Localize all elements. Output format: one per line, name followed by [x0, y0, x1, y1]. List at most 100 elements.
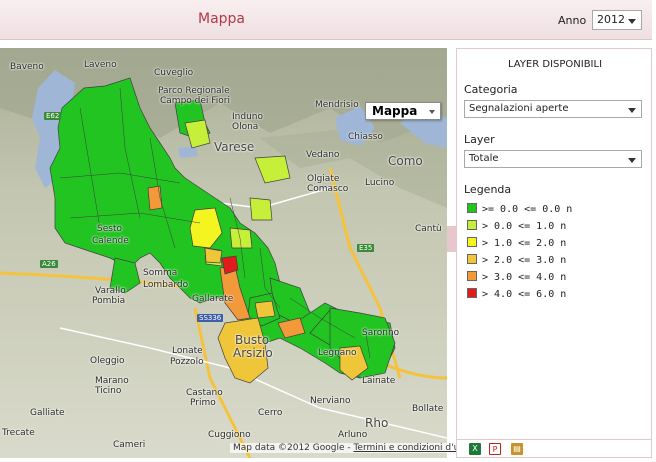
category-label: Categoria	[464, 83, 518, 96]
map-place-label: Legnano	[318, 348, 357, 358]
map-place-label: Pombia	[92, 296, 126, 306]
legend-item: > 3.0 <= 4.0 n	[467, 271, 566, 285]
map-place-label: Vedano	[306, 150, 340, 160]
region-yellow-green	[249, 197, 273, 221]
legend-swatch	[467, 288, 477, 298]
map-place-label: Rho	[365, 416, 389, 430]
map-type-selector[interactable]: Mappa	[365, 102, 441, 120]
year-value: 2012	[597, 13, 625, 26]
excel-icon[interactable]: X	[469, 443, 481, 455]
map-view[interactable]: Baveno Laveno Cuveglio Parco Regionale C…	[0, 48, 447, 458]
legend-label: Legenda	[464, 183, 512, 196]
legend-item-label: > 3.0 <= 4.0 n	[482, 272, 567, 283]
map-place-label: Sesto	[97, 224, 122, 234]
legend-item: >= 0.0 <= 0.0 n	[467, 203, 572, 217]
map-place-label: Saronno	[362, 328, 400, 338]
terms-link[interactable]: Termini e condizioni d'uso	[353, 443, 469, 453]
map-attribution: Map data ©2012 Google - Termini e condiz…	[230, 443, 473, 453]
chevron-down-icon	[429, 110, 435, 114]
region-amber	[254, 300, 276, 319]
map-place-label: Cantù	[415, 224, 442, 234]
chevron-down-icon	[628, 108, 636, 113]
map-place-label: Marano	[95, 376, 129, 386]
map-place-label: Cerro	[258, 408, 283, 418]
legend-item: > 1.0 <= 2.0 n	[467, 237, 566, 251]
map-place-label: Lombardo	[143, 280, 189, 290]
map-place-label: Galliate	[30, 408, 65, 418]
map-place-label: Laveno	[84, 60, 117, 70]
map-place-label: Somma	[143, 268, 178, 278]
chevron-down-icon	[628, 158, 636, 163]
map-place-label: Como	[388, 154, 423, 168]
map-place-label: Lonate	[172, 346, 203, 356]
map-place-label: Primo	[190, 398, 216, 408]
category-value: Segnalazioni aperte	[469, 103, 569, 114]
road-shield: A26	[40, 260, 58, 268]
legend-swatch	[467, 220, 477, 230]
map-place-label: Campo dei Fiori	[160, 96, 230, 106]
layer-label: Layer	[464, 133, 495, 146]
map-place-label: Parco Regionale	[158, 86, 230, 96]
category-select[interactable]: Segnalazioni aperte	[464, 100, 642, 118]
map-place-label: Nerviano	[310, 396, 351, 406]
map-place-label: Comasco	[307, 184, 349, 194]
legend-item: > 0.0 <= 1.0 n	[467, 220, 566, 234]
map-place-label: Pozzolo	[170, 357, 204, 367]
legend-item-label: > 0.0 <= 1.0 n	[482, 221, 567, 232]
map-place-label: Induno	[232, 112, 263, 122]
map-place-label: Busto	[235, 333, 270, 347]
map-place-label: Lucino	[365, 178, 395, 188]
map-type-label: Mappa	[372, 104, 418, 118]
map-place-label: Cuveglio	[154, 68, 194, 78]
map-place-label: Mendrisio	[315, 100, 359, 110]
map-place-label: Baveno	[10, 62, 44, 72]
lake-varese	[178, 146, 198, 158]
map-place-label: Lainate	[362, 376, 396, 386]
legend-swatch	[467, 271, 477, 281]
panel-title: LAYER DISPONIBILI	[507, 59, 603, 70]
chevron-down-icon	[628, 19, 636, 24]
page-title: Mappa	[198, 11, 246, 27]
panel-toggle-handle[interactable]	[447, 226, 456, 252]
road-shield: E35	[357, 244, 375, 252]
map-place-label: Trecate	[2, 428, 35, 438]
layer-value: Totale	[469, 153, 499, 164]
map-place-label: Calende	[92, 236, 129, 246]
map-place-label: Bollate	[412, 404, 444, 414]
header-bar: Mappa Anno 2012	[0, 0, 652, 40]
year-select[interactable]: 2012	[592, 10, 642, 30]
legend-item-label: > 1.0 <= 2.0 n	[482, 238, 567, 249]
map-place-label: Arluno	[338, 430, 368, 440]
map-place-label: Arsizio	[233, 346, 273, 360]
map-place-label: Castano	[186, 388, 223, 398]
map-place-label: Cameri	[113, 440, 146, 450]
pdf-icon[interactable]: P	[489, 443, 501, 455]
map-place-label: Cuggiono	[208, 430, 251, 440]
panel-divider	[457, 439, 651, 440]
layer-select[interactable]: Totale	[464, 150, 642, 168]
road-shield: SS336	[197, 314, 224, 322]
map-place-label: Oleggio	[90, 356, 125, 366]
app-root: Mappa Anno 2012 Baveno Laveno Cuveglio P…	[0, 0, 656, 462]
map-place-label: Gallarate	[192, 294, 234, 304]
layer-panel: LAYER DISPONIBILI Categoria Segnalazioni…	[456, 48, 652, 458]
year-label: Anno	[558, 14, 587, 27]
legend-item: > 2.0 <= 3.0 n	[467, 254, 566, 268]
map-place-label: Olona	[232, 122, 259, 132]
legend-swatch	[467, 237, 477, 247]
map-place-label: Ticino	[95, 386, 122, 396]
legend-item-label: >= 0.0 <= 0.0 n	[482, 204, 573, 215]
legend-swatch	[467, 254, 477, 264]
map-place-label: Chiasso	[348, 132, 383, 142]
map-place-label: Varallo	[95, 286, 126, 296]
legend-item: > 4.0 <= 6.0 n	[467, 288, 566, 302]
road-shield: E62	[44, 112, 62, 120]
map-place-label: Olgiate	[307, 174, 340, 184]
legend-item-label: > 4.0 <= 6.0 n	[482, 289, 567, 300]
legend-item-label: > 2.0 <= 3.0 n	[482, 255, 567, 266]
attribution-text: Map data ©2012 Google -	[233, 443, 354, 453]
legend-swatch	[467, 203, 477, 213]
map-place-label: Varese	[214, 140, 255, 154]
region-amber	[204, 247, 223, 264]
print-icon[interactable]: ▤	[511, 443, 523, 455]
